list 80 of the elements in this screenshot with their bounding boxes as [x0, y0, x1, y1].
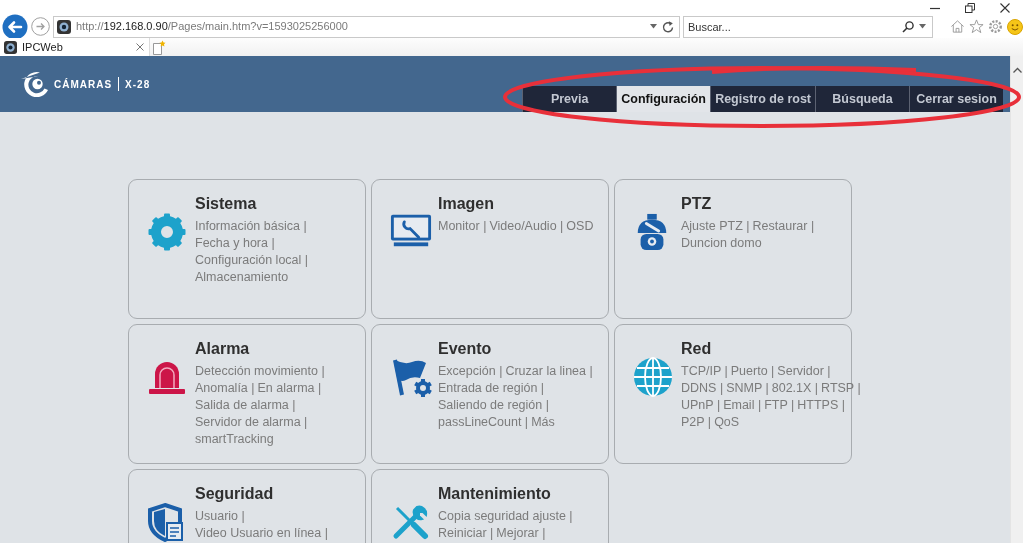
submenu-link[interactable]: Servidor de alarma |	[195, 414, 308, 431]
submenu-link[interactable]: Puerto |	[730, 363, 775, 380]
submenu-link[interactable]: 802.1X |	[771, 380, 819, 397]
submenu-link[interactable]: Usuario |	[195, 508, 245, 525]
monitor-wrench-icon	[390, 212, 432, 248]
category-title[interactable]: Red	[681, 339, 861, 359]
nav-tab[interactable]: Registro de rost	[710, 86, 815, 112]
search-input[interactable]: Buscar...	[687, 17, 897, 36]
submenu-link[interactable]: UPnP |	[681, 397, 721, 414]
submenu-link[interactable]: Detección movimiento |	[195, 363, 325, 380]
submenu-link[interactable]: RTSP |	[821, 380, 861, 397]
submenu-link[interactable]: Reiniciar |	[438, 525, 494, 542]
submenu-link[interactable]: Almacenamiento	[195, 269, 289, 286]
nav-tab[interactable]: Previa	[522, 86, 617, 112]
submenu-link[interactable]: QoS	[714, 414, 740, 431]
globe-icon	[633, 357, 673, 397]
submenu-link[interactable]: SNMP |	[726, 380, 769, 397]
category-title[interactable]: Mantenimiento	[438, 484, 573, 504]
submenu-link[interactable]: Video Usuario en línea |	[195, 525, 328, 542]
tab-title: IPCWeb	[22, 39, 64, 55]
submenu-link[interactable]: OSD	[566, 218, 594, 235]
submenu-link[interactable]: Servidor |	[777, 363, 831, 380]
submenu-link[interactable]: passLineCount |	[438, 414, 529, 431]
refresh-icon[interactable]	[661, 20, 674, 33]
submenu-link[interactable]: DDNS |	[681, 380, 724, 397]
submenu-link[interactable]: TCP/IP |	[681, 363, 728, 380]
submenu-link[interactable]: Restaurar |	[752, 218, 815, 235]
url-text: http://192.168.0.90/Pages/main.htm?v=1593025256000	[76, 19, 348, 35]
submenu-link[interactable]: Email |	[723, 397, 762, 414]
submenu-link[interactable]: smartTracking	[195, 431, 274, 448]
gear-icon	[147, 212, 187, 252]
submenu-link[interactable]: Mejorar |	[496, 525, 546, 542]
submenu-link[interactable]: Cruzar la linea |	[505, 363, 593, 380]
submenu-link[interactable]: Entrada de región |	[438, 380, 545, 397]
submenu-link[interactable]: Excepción |	[438, 363, 503, 380]
star-icon[interactable]	[969, 19, 984, 34]
submenu-link[interactable]: Más	[531, 414, 555, 431]
category-title[interactable]: Alarma	[195, 339, 325, 359]
category-title[interactable]: Sistema	[195, 194, 309, 214]
nav-tab[interactable]: Cerrar sesion	[909, 86, 1003, 112]
flag-gear-icon	[390, 357, 432, 397]
category-title[interactable]: PTZ	[681, 194, 815, 214]
close-icon[interactable]	[1000, 2, 1010, 13]
submenu-link[interactable]: Anomalía |	[195, 380, 255, 397]
search-field[interactable]: Buscar...	[682, 15, 933, 38]
browser-tab[interactable]: IPCWeb	[0, 38, 150, 56]
logo-text: X-28	[125, 77, 151, 92]
submenu-link[interactable]: En alarma |	[257, 380, 322, 397]
submenu-link[interactable]: FTP |	[764, 397, 795, 414]
scroll-up-icon[interactable]	[1012, 67, 1022, 73]
submenu-link[interactable]: Duncion domo	[681, 235, 762, 252]
submenu-link[interactable]: Copia seguridad ajuste |	[438, 508, 573, 525]
submenu-link[interactable]: Video/Audio |	[489, 218, 564, 235]
dropdown-caret-icon[interactable]	[919, 24, 926, 29]
scrollbar[interactable]	[1010, 56, 1023, 543]
category-title[interactable]: Evento	[438, 339, 593, 359]
nav-tab[interactable]: Búsqueda	[815, 86, 909, 112]
camera-favicon-icon	[4, 40, 17, 54]
category-title[interactable]: Seguridad	[195, 484, 328, 504]
submenu-link[interactable]: Información básica |	[195, 218, 307, 235]
search-icon[interactable]	[902, 20, 914, 33]
submenu-link[interactable]: Configuración local |	[195, 252, 309, 269]
restore-icon[interactable]	[965, 2, 975, 13]
category-title[interactable]: Imagen	[438, 194, 594, 214]
dropdown-caret-icon[interactable]	[649, 24, 657, 29]
camera-favicon-icon	[57, 19, 71, 34]
nav-tab[interactable]: Configuración	[616, 86, 711, 112]
camera-logo-icon	[19, 70, 51, 98]
submenu-link[interactable]: Saliendo de región |	[438, 397, 549, 414]
smiley-icon[interactable]	[1007, 18, 1023, 35]
submenu-link[interactable]: P2P |	[681, 414, 712, 431]
submenu-link[interactable]: Fecha y hora |	[195, 235, 275, 252]
new-tab-icon[interactable]	[152, 39, 166, 55]
settings-icon[interactable]	[988, 19, 1003, 34]
submenu-link[interactable]: Salida de alarma |	[195, 397, 296, 414]
logo-text: CÁMARAS	[54, 77, 113, 92]
submenu-link[interactable]: Ajuste PTZ |	[681, 218, 750, 235]
address-bar[interactable]: http://192.168.0.90/Pages/main.htm?v=1593025256000	[53, 15, 680, 38]
submenu-link[interactable]: HTTPS |	[797, 397, 845, 414]
submenu-link[interactable]: Monitor |	[438, 218, 487, 235]
